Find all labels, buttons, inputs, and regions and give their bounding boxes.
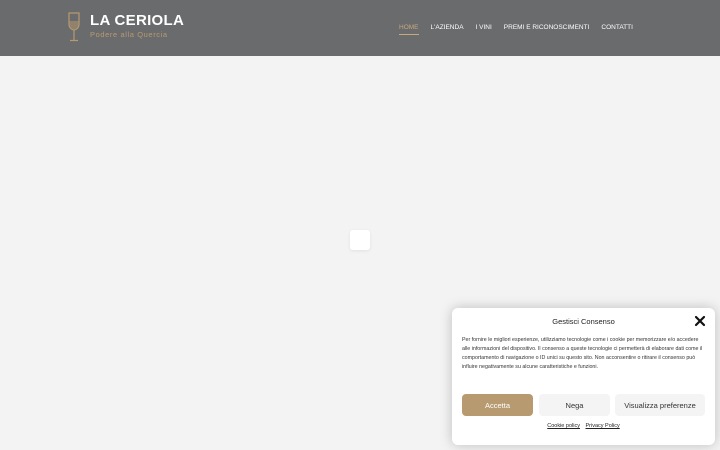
policy-links: Cookie policy Privacy Policy <box>452 423 715 429</box>
logo-title: LA CERIOLA <box>90 12 185 29</box>
site-logo[interactable]: LA CERIOLA Podere alla Quercia <box>66 12 196 42</box>
close-icon[interactable] <box>693 314 707 328</box>
cookie-consent-dialog: Gestisci Consenso Per fornire le miglior… <box>452 308 715 445</box>
site-header: LA CERIOLA Podere alla Quercia HOME L'AZ… <box>0 0 720 56</box>
page-loader <box>350 230 370 250</box>
main-nav: HOME L'AZIENDA I VINI PREMI E RICONOSCIM… <box>399 24 645 35</box>
deny-button[interactable]: Nega <box>539 394 610 416</box>
cookie-dialog-title: Gestisci Consenso <box>552 317 615 326</box>
accept-button[interactable]: Accetta <box>462 394 533 416</box>
nav-item-contatti[interactable]: CONTATTI <box>601 24 633 35</box>
cookie-dialog-text: Per fornire le migliori esperienze, util… <box>462 337 703 370</box>
privacy-policy-link[interactable]: Privacy Policy <box>586 423 620 429</box>
nav-item-azienda[interactable]: L'AZIENDA <box>431 24 464 35</box>
nav-item-premi[interactable]: PREMI E RICONOSCIMENTI <box>504 24 590 35</box>
wine-glass-icon <box>68 12 80 42</box>
nav-item-home[interactable]: HOME <box>399 24 419 35</box>
cookie-policy-link[interactable]: Cookie policy <box>547 423 580 429</box>
preferences-button[interactable]: Visualizza preferenze <box>615 394 705 416</box>
logo-subtitle: Podere alla Quercia <box>90 30 168 39</box>
nav-item-vini[interactable]: I VINI <box>476 24 492 35</box>
